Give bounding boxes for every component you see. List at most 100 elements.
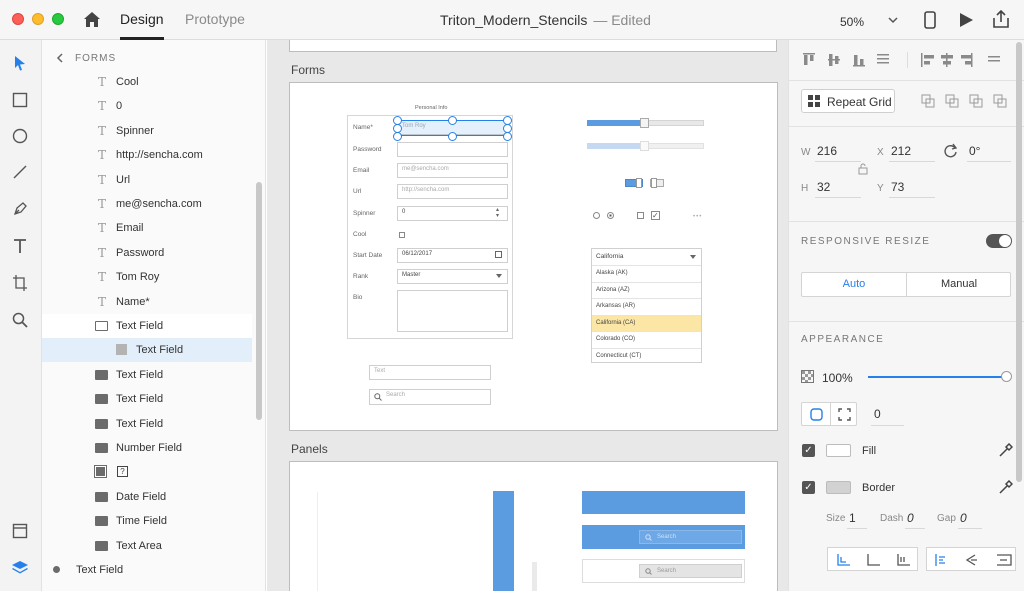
layer-item[interactable]: T0 [42,94,252,118]
assets-icon[interactable] [12,523,28,539]
rectangle-icon[interactable] [12,92,28,108]
artboard-previous[interactable] [289,40,777,52]
border-swatch[interactable] [826,481,851,494]
border-dash-value[interactable]: 0 [907,511,914,525]
layer-item[interactable]: Text Area [42,534,252,558]
layer-item[interactable]: Text Field [42,387,252,411]
form-field-input[interactable]: me@sencha.com [397,163,508,178]
opacity-slider-track[interactable] [868,376,1006,378]
layer-item[interactable]: T Url [42,168,252,192]
state-option[interactable]: California (CA) [592,314,701,331]
line-icon[interactable] [12,164,28,180]
form-field-input[interactable]: 06/12/2017 [397,248,508,263]
text-icon[interactable] [12,238,28,254]
resize-auto-option[interactable]: Auto [802,273,907,296]
layers-icon[interactable] [11,559,29,577]
checkbox-checked[interactable]: ✓ [651,211,660,220]
layer-item[interactable]: Tme@sencha.com [42,192,252,216]
eyedropper-icon[interactable] [998,443,1013,458]
state-option[interactable]: Arizona (AZ) [592,281,701,299]
layer-item[interactable]: Date Field [42,485,252,509]
form-field-input[interactable]: Master [397,269,508,284]
close-window-button[interactable] [12,13,24,25]
responsive-resize-toggle[interactable] [986,234,1012,248]
form-field-input[interactable] [397,290,508,332]
artboard-forms-label[interactable]: Forms [291,63,325,77]
layer-item[interactable]: Number Field [42,436,252,460]
fill-checkbox[interactable]: ✓ [802,444,815,457]
ellipse-icon[interactable] [12,128,28,144]
home-icon[interactable] [83,11,101,28]
layer-item[interactable]: Text Field [42,412,252,436]
minimize-window-button[interactable] [32,13,44,25]
layer-item[interactable]: Time Field [42,509,252,533]
opacity-slider-thumb[interactable] [1001,371,1012,382]
zoom-level[interactable]: 50% [840,15,864,29]
line-cap-icons[interactable] [836,553,914,567]
form-field-input[interactable] [397,142,508,157]
form-field-input[interactable]: 0 [397,206,508,221]
fill-swatch[interactable] [826,444,851,457]
layer-item[interactable]: Text Field [42,363,252,387]
artboard-icon[interactable] [12,274,28,292]
layer-item[interactable]: T Cool [42,70,252,94]
slider-thumb[interactable] [640,118,649,128]
artboard-forms[interactable]: Personal Info Name* Tom Roy Password Email m… [289,82,778,431]
border-checkbox[interactable]: ✓ [802,481,815,494]
state-combobox[interactable]: California Alaska (AK) Arizona (AZ) Arkans… [591,248,702,363]
height-value[interactable]: 32 [817,180,830,194]
border-size-value[interactable]: 1 [849,511,856,525]
resize-handle[interactable] [448,132,457,141]
zoom-icon[interactable] [12,312,28,328]
resize-handle[interactable] [503,132,512,141]
tab-prototype[interactable]: Prototype [185,11,245,27]
resize-manual-option[interactable]: Manual [907,273,1011,296]
cool-checkbox[interactable] [399,232,405,238]
layer-item[interactable]: T Password [42,241,252,265]
corner-radius-value[interactable]: 0 [874,407,881,421]
y-value[interactable]: 73 [891,180,904,194]
design-canvas[interactable]: Forms Personal Info Name* Tom Roy Password… [267,40,788,591]
boolean-ops-icons[interactable] [921,94,1011,108]
radio-button-checked[interactable] [607,212,614,219]
x-value[interactable]: 212 [891,144,911,158]
width-value[interactable]: 216 [817,144,837,158]
layer-item[interactable]: Text Field [42,338,252,363]
resize-handle[interactable] [448,116,457,125]
layer-item[interactable]: T Spinner [42,119,252,143]
lock-aspect-icon[interactable] [858,163,868,175]
state-option[interactable]: Connecticut (CT) [592,347,701,365]
rotation-value[interactable]: 0° [969,144,980,158]
opacity-value[interactable]: 100% [822,371,853,385]
caret-down-icon[interactable] [496,274,502,278]
tab-design[interactable]: Design [120,11,164,27]
layer-item[interactable]: Text Field [42,558,252,582]
layer-item[interactable]: ? [42,460,252,484]
artboard-panels-label[interactable]: Panels [291,442,328,456]
panel-search-field[interactable]: Search [639,530,742,544]
layer-item[interactable]: T Tom Roy [42,265,252,289]
state-option[interactable]: Colorado (CO) [592,331,701,348]
layer-item[interactable]: Thttp://sencha.com [42,143,252,167]
maximize-window-button[interactable] [52,13,64,25]
corner-individual-icon[interactable] [838,408,851,421]
device-preview-icon[interactable] [924,11,936,29]
select-icon[interactable] [13,55,27,71]
play-icon[interactable] [958,12,974,28]
layer-item[interactable]: T Email [42,216,252,240]
pen-icon[interactable] [12,201,28,217]
back-chevron-icon[interactable] [56,53,64,63]
align-toolbar[interactable] [801,52,1011,68]
share-icon[interactable] [992,10,1010,28]
repeat-grid-button[interactable]: Repeat Grid [801,89,895,113]
resize-handle[interactable] [393,132,402,141]
layer-item[interactable]: Text Field [42,314,252,338]
artboard-panels[interactable]: Search Search [289,461,778,591]
corner-all-icon[interactable] [810,408,823,421]
layers-scrollbar[interactable] [256,182,262,420]
chevron-down-icon[interactable] [888,16,898,24]
eyedropper-icon[interactable] [998,480,1013,495]
spinner-arrows-icon[interactable]: ▴ ▾ [496,207,499,219]
form-field-input[interactable]: http://sencha.com [397,184,508,199]
line-join-icons[interactable] [933,552,1013,568]
